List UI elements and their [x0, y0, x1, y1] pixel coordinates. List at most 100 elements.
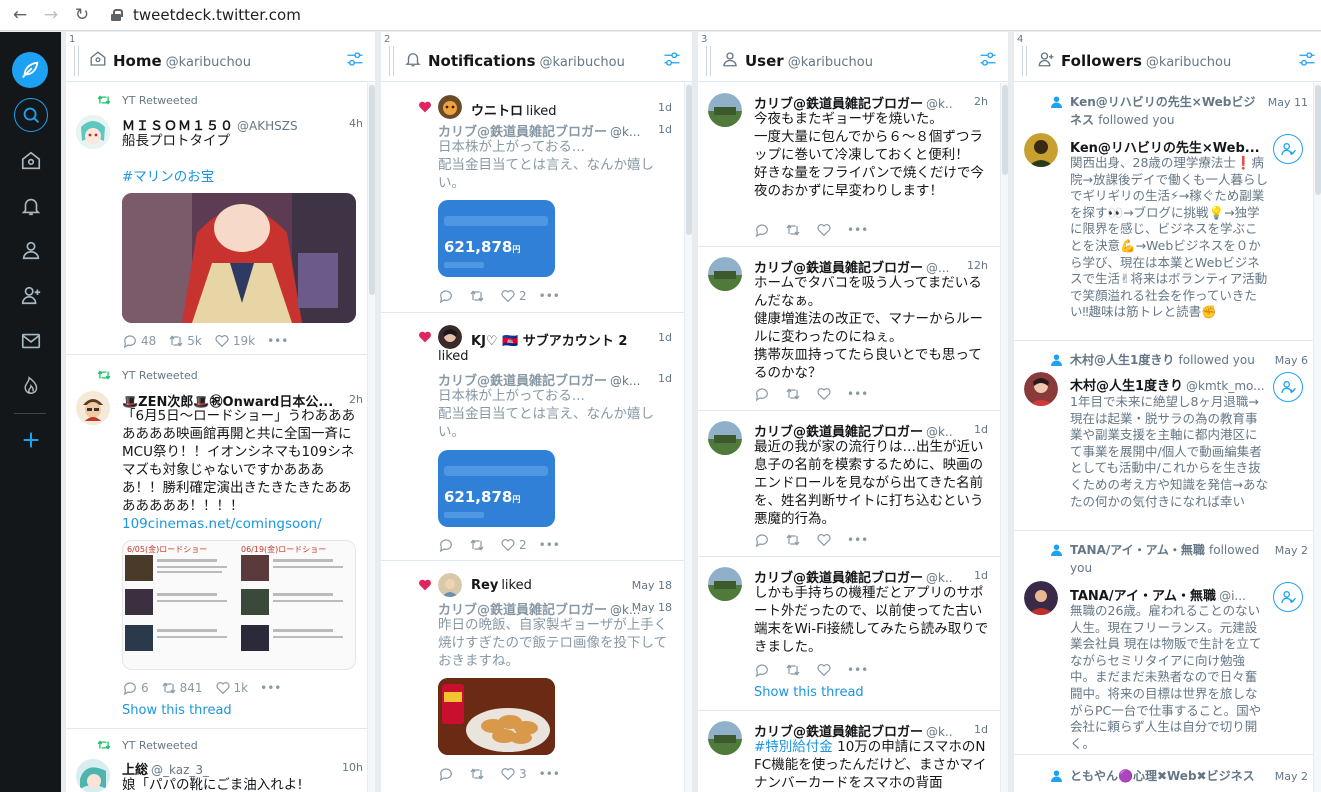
tweet-card[interactable]: カリブ@鉄道員雑記ブロガー @k... 1d 最近の我が家の流行りは…出生が近い息… [698, 411, 1008, 557]
show-thread-link[interactable]: Show this thread [122, 703, 232, 718]
reply-button[interactable] [754, 386, 773, 402]
trending-nav-button[interactable] [14, 368, 48, 402]
followers-nav-button[interactable] [14, 278, 48, 312]
like-button[interactable]: 3 [500, 766, 527, 782]
retweet-button[interactable]: 5k [168, 333, 202, 349]
tweet-time[interactable]: 1d [974, 569, 988, 582]
tweet-time[interactable]: 1d [658, 123, 672, 136]
reply-button[interactable] [754, 532, 773, 548]
follow-time[interactable]: May 2 [1275, 770, 1308, 783]
like-button[interactable] [816, 222, 835, 238]
notification-actor[interactable]: ウニトロ liked [471, 100, 557, 119]
more-button[interactable]: ••• [847, 223, 868, 237]
tweet-time[interactable]: 10h [342, 761, 363, 774]
avatar[interactable] [76, 759, 110, 792]
avatar[interactable] [708, 567, 742, 601]
hashtag-link[interactable]: #特別給付金 [754, 739, 833, 755]
more-button[interactable]: ••• [267, 334, 288, 348]
follow-button[interactable] [1273, 134, 1303, 164]
like-button[interactable]: 19k [214, 333, 255, 349]
notification-card[interactable]: Rey liked May 18 カリブ@鉄道員雑記ブロガー @k... May 1… [381, 561, 692, 792]
tweet-card[interactable]: カリブ@鉄道員雑記ブロガー @k... 1d #特別給付金 10万の申請にスマホの… [698, 711, 1008, 792]
filter-icon[interactable] [978, 50, 998, 68]
tweet-media[interactable]: 621,878円 [438, 450, 555, 527]
retweet-button[interactable] [785, 532, 804, 548]
tweet-time[interactable]: 1d [974, 723, 988, 736]
back-icon[interactable]: ← [9, 4, 31, 26]
column-scrollbar[interactable] [684, 83, 692, 792]
column-title[interactable]: Notifications @karibuchou [428, 52, 625, 70]
follower-card[interactable]: Ken@リハビリの先生×Webビジネス followed you May 11 … [1014, 83, 1321, 341]
follower-name[interactable]: 木村@人生1度きり @kmtk_mo... [1070, 375, 1266, 394]
address-bar[interactable]: tweetdeck.twitter.com [111, 6, 301, 24]
notification-actor[interactable]: Rey liked [471, 578, 532, 593]
filter-icon[interactable] [662, 50, 682, 68]
notification-time[interactable]: 1d [658, 331, 672, 344]
avatar[interactable] [438, 95, 462, 119]
notification-time[interactable]: May 18 [632, 579, 672, 592]
column-feed[interactable]: Ken@リハビリの先生×Webビジネス followed you May 11 … [1014, 83, 1321, 792]
more-button[interactable]: ••• [847, 387, 868, 401]
retweet-button[interactable] [469, 537, 488, 553]
user-nav-button[interactable] [14, 233, 48, 267]
follow-time[interactable]: May 11 [1268, 96, 1308, 109]
search-button[interactable] [14, 98, 48, 132]
column-scrollbar[interactable] [1000, 83, 1008, 792]
more-button[interactable]: ••• [260, 681, 281, 695]
avatar[interactable] [708, 721, 742, 755]
tweet-time[interactable]: 12h [967, 259, 988, 272]
column-feed[interactable]: ウニトロ liked 1d カリブ@鉄道員雑記ブロガー @k... 1d 日本株が上… [381, 83, 692, 792]
tweet-card[interactable]: カリブ@鉄道員雑記ブロガー @k... 2h 今夜もまたギョーザを焼いた。 一度大… [698, 83, 1008, 247]
notification-time[interactable]: 1d [658, 101, 672, 114]
tweet-media[interactable]: 621,878円 [438, 200, 555, 277]
reply-button[interactable]: 48 [122, 333, 156, 349]
follow-button[interactable] [1273, 372, 1303, 402]
follow-time[interactable]: May 2 [1275, 544, 1308, 557]
tweet-card[interactable]: YT Retweeted 上総 @_kaz_3_ 10h 娘「パパの靴にごま油入れ… [66, 729, 375, 792]
retweet-button[interactable] [469, 766, 488, 782]
like-button[interactable] [816, 662, 835, 678]
drag-handle[interactable] [706, 46, 711, 76]
reply-button[interactable] [438, 288, 457, 304]
notification-card[interactable]: KJ♡ 🇰🇭 サブアカウント 2 1d liked カリブ@鉄道員雑記ブロガー @… [381, 313, 692, 561]
retweet-button[interactable] [785, 386, 804, 402]
tweet-media[interactable] [438, 678, 555, 755]
notifications-nav-button[interactable] [14, 189, 48, 223]
tweet-time[interactable]: 1d [974, 423, 988, 436]
follower-name[interactable]: TANA/アイ・アム・無職 @i... [1070, 585, 1266, 604]
avatar[interactable] [438, 573, 462, 597]
like-button[interactable]: 1k [215, 680, 248, 696]
tweet-card[interactable]: カリブ@鉄道員雑記ブロガー @... 12h ホームでタバコを吸う人ってまだいるん… [698, 247, 1008, 411]
messages-nav-button[interactable] [14, 324, 48, 358]
more-button[interactable]: ••• [539, 538, 560, 552]
like-button[interactable]: 2 [500, 288, 527, 304]
column-feed[interactable]: YT Retweeted ＭＩＳＯＭ１５０ @AKHSZS 4h 船長プロトタイプ… [66, 83, 375, 792]
tweet-time[interactable]: 2h [974, 95, 988, 108]
tweet-time[interactable]: May 18 [632, 601, 672, 614]
tweet-card[interactable]: YT Retweeted 🎩ZEN次郎🎩㊗Onward日本公... 2h 「6月… [66, 358, 375, 729]
hashtag-link[interactable]: #マリンのお宝 [122, 168, 214, 186]
avatar[interactable] [1024, 581, 1058, 615]
notification-card[interactable]: ウニトロ liked 1d カリブ@鉄道員雑記ブロガー @k... 1d 日本株が上… [381, 83, 692, 313]
column-scrollbar[interactable] [367, 83, 375, 792]
column-title[interactable]: Followers @karibuchou [1061, 52, 1231, 70]
more-button[interactable]: ••• [539, 767, 560, 781]
retweet-button[interactable] [469, 288, 488, 304]
tweet-link[interactable]: 109cinemas.net/comingsoon/ [122, 515, 322, 533]
drag-handle[interactable] [74, 46, 79, 76]
follower-card[interactable]: 木村@人生1度きり followed you May 6 木村@人生1度きり @k… [1014, 341, 1321, 531]
tweet-time[interactable]: 1d [658, 372, 672, 385]
avatar[interactable] [76, 115, 110, 149]
tweet-media[interactable]: 6/05(金)ロードショー 06/19(金)ロードショー [122, 540, 356, 670]
reply-button[interactable] [438, 766, 457, 782]
notification-actor[interactable]: KJ♡ 🇰🇭 サブアカウント 2 [471, 330, 627, 349]
more-button[interactable]: ••• [847, 663, 868, 677]
tweet-card[interactable]: カリブ@鉄道員雑記ブロガー @k... 1d しかも手持ちの機種だとアプリのサポー… [698, 557, 1008, 711]
retweet-button[interactable] [785, 662, 804, 678]
avatar[interactable] [708, 257, 742, 291]
filter-icon[interactable] [1297, 50, 1317, 68]
avatar[interactable] [438, 325, 462, 349]
follower-card[interactable]: ともやん🟣心理✖Web✖ビジネス May 2 [1014, 755, 1321, 792]
follower-card[interactable]: TANA/アイ・アム・無職 followed you May 2 TANA/アイ… [1014, 531, 1321, 755]
follow-button[interactable] [1273, 582, 1303, 612]
